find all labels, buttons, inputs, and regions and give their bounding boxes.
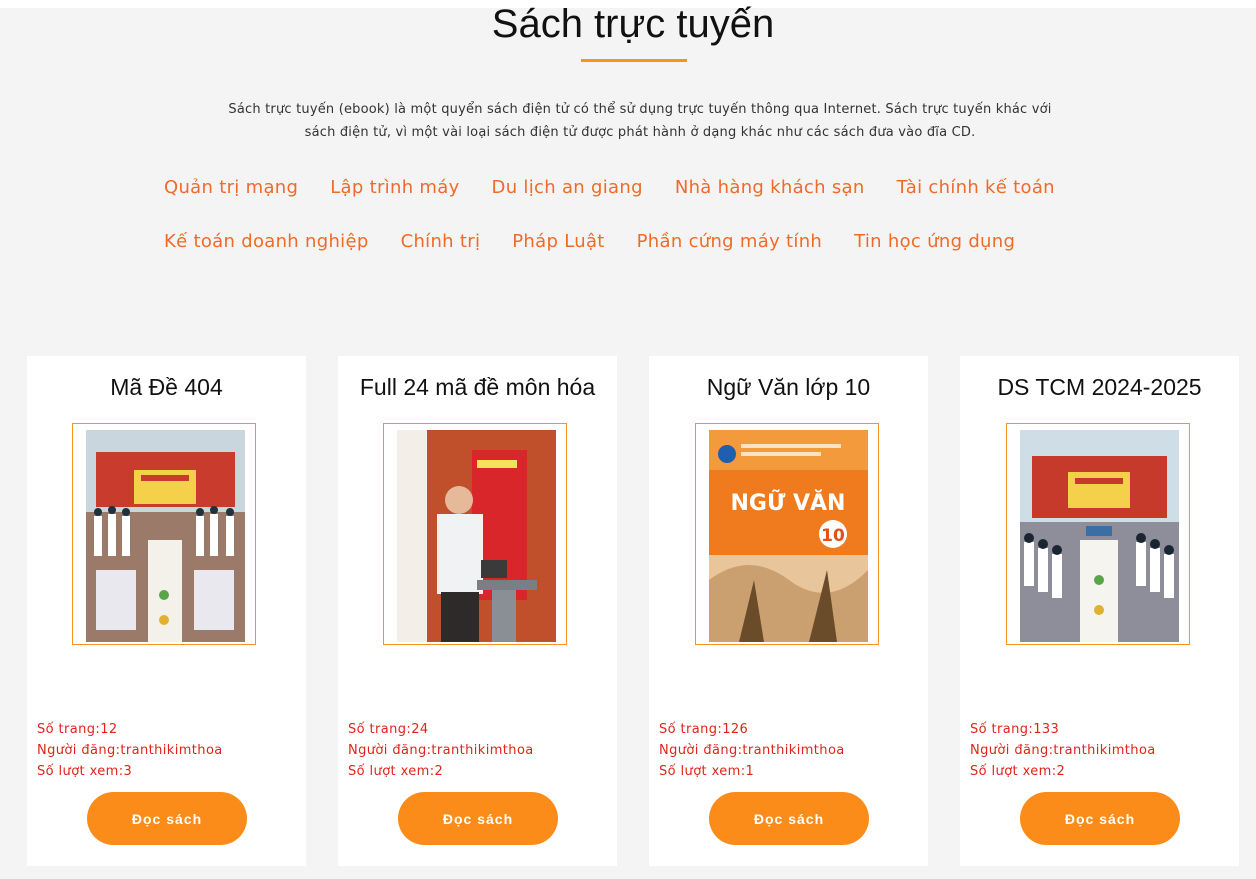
category-link[interactable]: Nhà hàng khách sạn bbox=[675, 177, 865, 198]
book-title: Ngữ Văn lớp 10 bbox=[706, 374, 871, 400]
book-pages: Số trang:24 bbox=[348, 722, 429, 737]
book-card: Full 24 mã đề môn hóa Số trang:24 Người … bbox=[338, 356, 617, 866]
book-poster: Người đăng:tranthikimthoa bbox=[659, 743, 845, 758]
category-link[interactable]: Du lịch an giang bbox=[492, 177, 643, 198]
book-cover-image bbox=[397, 430, 556, 642]
read-book-button[interactable]: Đọc sách bbox=[1020, 792, 1180, 845]
intro-line-1: Sách trực tuyến (ebook) là một quyển sác… bbox=[228, 102, 1052, 117]
title-underline bbox=[581, 59, 687, 62]
page-title: Sách trực tuyến bbox=[491, 2, 775, 46]
book-views: Số lượt xem:1 bbox=[659, 764, 755, 779]
book-pages: Số trang:133 bbox=[970, 722, 1060, 737]
book-cover-image bbox=[1020, 430, 1179, 642]
intro-line-2: sách điện tử, vì một vài loại sách điện … bbox=[304, 125, 976, 140]
book-cover-image bbox=[86, 430, 245, 642]
category-link[interactable]: Quản trị mạng bbox=[164, 177, 298, 198]
read-book-button[interactable]: Đọc sách bbox=[709, 792, 869, 845]
category-link[interactable]: Lập trình máy bbox=[330, 177, 459, 198]
book-title: DS TCM 2024-2025 bbox=[997, 374, 1202, 400]
book-poster: Người đăng:tranthikimthoa bbox=[348, 743, 534, 758]
book-card: DS TCM 2024-2025 Số trang:133 Người đăng… bbox=[960, 356, 1239, 866]
category-link[interactable]: Chính trị bbox=[401, 231, 481, 252]
book-cover-frame[interactable] bbox=[1006, 423, 1190, 645]
book-pages: Số trang:12 bbox=[37, 722, 118, 737]
book-cover-frame[interactable] bbox=[72, 423, 256, 645]
category-row-2: Kế toán doanh nghiệp Chính trị Pháp Luật… bbox=[164, 231, 1047, 252]
book-views: Số lượt xem:3 bbox=[37, 764, 133, 779]
category-link[interactable]: Kế toán doanh nghiệp bbox=[164, 231, 369, 252]
category-link[interactable]: Pháp Luật bbox=[512, 231, 604, 252]
book-poster: Người đăng:tranthikimthoa bbox=[37, 743, 223, 758]
book-title: Full 24 mã đề môn hóa bbox=[359, 374, 596, 400]
category-link[interactable]: Tin học ứng dụng bbox=[854, 231, 1015, 252]
book-meta: Số trang:133 Người đăng:tranthikimthoa S… bbox=[970, 719, 1156, 782]
book-meta: Số trang:12 Người đăng:tranthikimthoa Số… bbox=[37, 719, 223, 782]
intro-text: Sách trực tuyến (ebook) là một quyển sác… bbox=[150, 98, 1130, 144]
book-cover-frame[interactable] bbox=[383, 423, 567, 645]
book-card: Mã Đề 404 Số trang:12 Người đăng:tranthi… bbox=[27, 356, 306, 866]
cover-number-text: 10 bbox=[821, 526, 845, 546]
book-cover-image: NGỮ VĂN 10 bbox=[709, 430, 868, 642]
book-poster: Người đăng:tranthikimthoa bbox=[970, 743, 1156, 758]
cover-title-text: NGỮ VĂN bbox=[731, 490, 846, 516]
read-book-button[interactable]: Đọc sách bbox=[87, 792, 247, 845]
category-link[interactable]: Tài chính kế toán bbox=[897, 177, 1055, 198]
book-title: Mã Đề 404 bbox=[110, 374, 223, 400]
book-meta: Số trang:126 Người đăng:tranthikimthoa S… bbox=[659, 719, 845, 782]
book-views: Số lượt xem:2 bbox=[970, 764, 1066, 779]
category-link[interactable]: Phần cứng máy tính bbox=[637, 231, 823, 252]
book-views: Số lượt xem:2 bbox=[348, 764, 444, 779]
book-pages: Số trang:126 bbox=[659, 722, 749, 737]
category-row-1: Quản trị mạng Lập trình máy Du lịch an g… bbox=[164, 177, 1087, 198]
book-meta: Số trang:24 Người đăng:tranthikimthoa Số… bbox=[348, 719, 534, 782]
book-cover-frame[interactable]: NGỮ VĂN 10 bbox=[695, 423, 879, 645]
read-book-button[interactable]: Đọc sách bbox=[398, 792, 558, 845]
book-card: Ngữ Văn lớp 10 NGỮ VĂN 10 Số trang:126 N… bbox=[649, 356, 928, 866]
